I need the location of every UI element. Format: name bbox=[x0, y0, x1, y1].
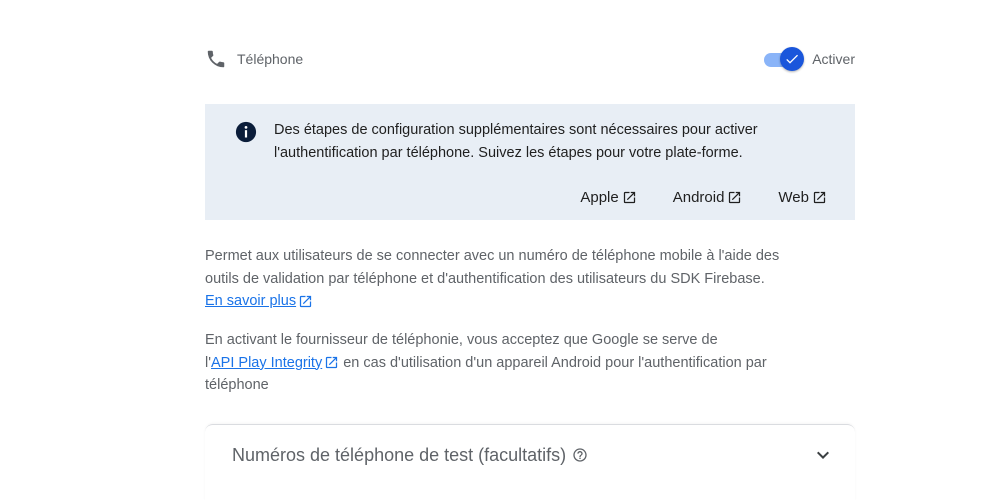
learn-more-label: En savoir plus bbox=[205, 293, 297, 309]
external-link-icon bbox=[622, 190, 637, 205]
play-integrity-label: API Play Integrity bbox=[211, 354, 323, 371]
android-link-label: Android bbox=[672, 189, 725, 206]
terms-notice: En activant le fournisseur de téléphonie… bbox=[205, 329, 845, 397]
web-link-label: Web bbox=[778, 189, 809, 206]
toggle-switch[interactable] bbox=[764, 47, 806, 71]
banner-line-2: l'authentification par téléphone. Suivez… bbox=[274, 145, 743, 161]
terms-line-1: En activant le fournisseur de téléphonie… bbox=[205, 332, 718, 348]
help-icon[interactable] bbox=[572, 447, 588, 463]
provider-title: Téléphone bbox=[205, 48, 303, 70]
terms-line-2: l' API Play Integrity en cas d'utilisatio… bbox=[205, 352, 845, 375]
info-banner: Des étapes de configuration supplémentai… bbox=[205, 104, 855, 220]
terms-suffix: en cas d'utilisation d'un appareil Andro… bbox=[339, 354, 767, 371]
accordion-title: Numéros de téléphone de test (facultatif… bbox=[232, 444, 567, 465]
learn-more-link[interactable]: En savoir plus bbox=[205, 290, 313, 313]
enable-toggle[interactable]: Activer bbox=[764, 47, 855, 71]
web-link[interactable]: Web bbox=[778, 189, 827, 206]
banner-message: Des étapes de configuration supplémentai… bbox=[274, 119, 834, 165]
description-line-2: outils de validation par téléphone et d'… bbox=[205, 270, 765, 287]
accordion-header[interactable]: Numéros de téléphone de test (facultatif… bbox=[232, 441, 835, 469]
android-link[interactable]: Android bbox=[673, 189, 743, 206]
info-icon bbox=[235, 121, 257, 143]
test-numbers-accordion: Numéros de téléphone de test (facultatif… bbox=[205, 424, 855, 500]
apple-link[interactable]: Apple bbox=[580, 189, 636, 206]
description-line-1: Permet aux utilisateurs de se connecter … bbox=[205, 248, 780, 264]
phone-icon bbox=[205, 48, 227, 70]
accordion-title-group: Numéros de téléphone de test (facultatif… bbox=[232, 445, 588, 466]
external-link-icon bbox=[812, 190, 827, 205]
external-link-icon bbox=[324, 355, 339, 370]
external-link-icon bbox=[727, 190, 742, 205]
platform-links: Apple Android Web bbox=[580, 189, 827, 206]
check-icon bbox=[784, 51, 800, 67]
phone-provider-page: Téléphone Activer Des étapes de configur… bbox=[0, 0, 1000, 500]
provider-label: Téléphone bbox=[237, 51, 304, 67]
play-integrity-link[interactable]: API Play Integrity bbox=[211, 352, 339, 375]
external-link-icon bbox=[298, 294, 313, 309]
chevron-down-icon[interactable] bbox=[811, 443, 835, 467]
terms-line-3: téléphone bbox=[205, 377, 269, 393]
provider-header: Téléphone Activer bbox=[205, 45, 855, 73]
toggle-label: Activer bbox=[812, 51, 855, 67]
provider-description: Permet aux utilisateurs de se connecter … bbox=[205, 245, 845, 313]
banner-line-1: Des étapes de configuration supplémentai… bbox=[274, 122, 758, 138]
apple-link-label: Apple bbox=[580, 189, 619, 206]
toggle-thumb[interactable] bbox=[780, 47, 805, 71]
